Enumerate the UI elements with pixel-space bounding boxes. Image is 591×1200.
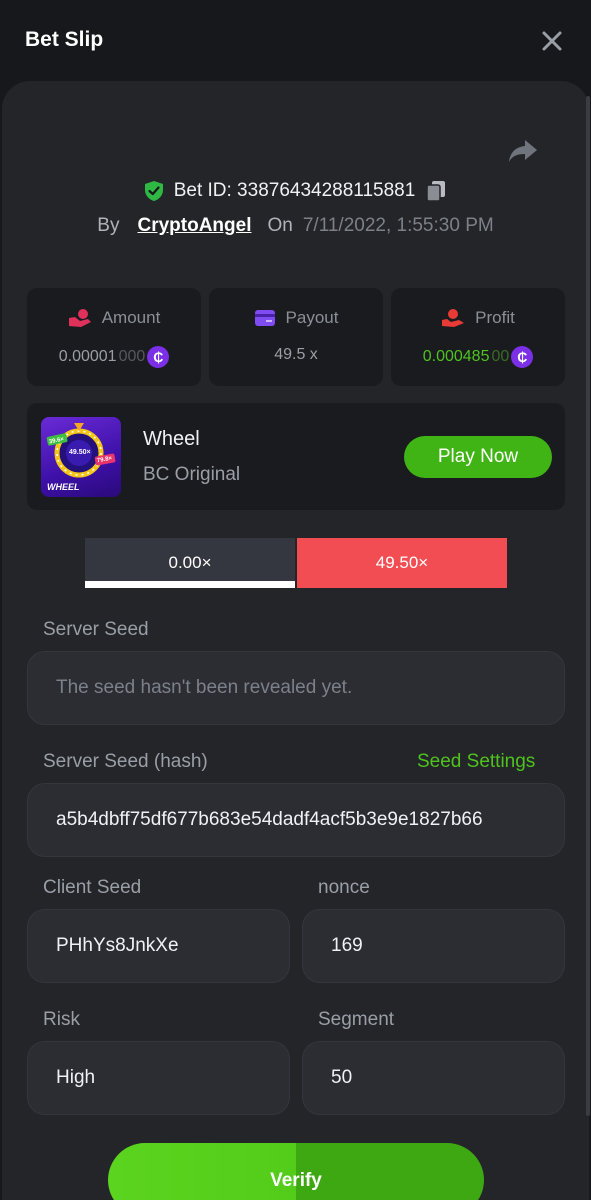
- server-seed-field[interactable]: The seed hasn't been revealed yet.: [27, 651, 565, 725]
- coin-icon: ₵: [511, 346, 534, 368]
- server-seed-label: Server Seed: [43, 619, 149, 640]
- game-name: Wheel: [143, 428, 200, 450]
- thumb-tag: 49.50×: [69, 449, 91, 456]
- profit-value: 0.000485: [422, 348, 490, 365]
- profit-label: Profit: [475, 308, 515, 327]
- coin-icon: ₵: [147, 346, 170, 368]
- bet-id: Bet ID: 33876434288115881: [173, 180, 416, 201]
- payout-value: 49.5 x: [274, 346, 318, 363]
- on-label: On: [267, 215, 293, 236]
- server-seed-hash-field[interactable]: a5b4dbff75df677b683e54dadf4acf5b3e9e1827…: [27, 783, 565, 857]
- segment-field[interactable]: 50: [302, 1041, 565, 1115]
- amount-value: 0.00001: [58, 348, 117, 365]
- risk-field[interactable]: High: [27, 1041, 290, 1115]
- user-link[interactable]: CryptoAngel: [137, 215, 251, 237]
- seed-settings-link[interactable]: Seed Settings: [417, 751, 535, 773]
- client-seed-label: Client Seed: [43, 877, 142, 898]
- multiplier-left-indicator: [85, 581, 295, 588]
- play-now-button[interactable]: Play Now: [404, 436, 552, 478]
- copy-icon[interactable]: [425, 179, 447, 203]
- thumb-label: WHEEL: [47, 482, 80, 492]
- bet-date: 7/11/2022, 1:55:30 PM: [302, 215, 494, 236]
- amount-label: Amount: [101, 308, 161, 327]
- header-bar: Bet Slip: [0, 0, 591, 80]
- verify-button[interactable]: Verify: [108, 1143, 484, 1200]
- profit-card: Profit 0.000485 00 ₵: [391, 288, 565, 386]
- profit-icon: [442, 309, 465, 327]
- profit-value-dim: 00: [491, 348, 510, 365]
- share-icon[interactable]: [507, 137, 539, 165]
- payout-label: Payout: [285, 308, 339, 327]
- payout-card: Payout 49.5 x: [209, 288, 383, 386]
- game-card: 39.6× 49.50× 79.8× WHEEL Wheel BC Origin…: [27, 403, 565, 510]
- shield-check-icon: [144, 181, 163, 201]
- bet-meta-row: By CryptoAngel On 7/11/2022, 1:55:30 PM: [0, 212, 591, 240]
- multiplier-right[interactable]: 49.50×: [297, 538, 507, 588]
- game-thumbnail[interactable]: 39.6× 49.50× 79.8× WHEEL: [41, 417, 121, 497]
- scrollbar[interactable]: [586, 96, 590, 1116]
- client-seed-field[interactable]: PHhYs8JnkXe: [27, 909, 290, 983]
- game-subtitle: BC Original: [143, 464, 241, 485]
- segment-label: Segment: [318, 1009, 395, 1030]
- by-label: By: [97, 215, 120, 236]
- server-seed-hash-label: Server Seed (hash): [43, 751, 208, 772]
- page-title: Bet Slip: [25, 28, 104, 51]
- nonce-field[interactable]: 169: [302, 909, 565, 983]
- nonce-label: nonce: [318, 877, 370, 898]
- amount-icon: [68, 309, 91, 327]
- card-icon: [254, 310, 275, 326]
- close-icon[interactable]: [538, 27, 566, 55]
- amount-card: Amount 0.00001 000 ₵: [27, 288, 201, 386]
- risk-label: Risk: [43, 1009, 80, 1030]
- bet-id-row: Bet ID: 33876434288115881: [0, 177, 591, 205]
- amount-value-dim: 000: [118, 348, 146, 365]
